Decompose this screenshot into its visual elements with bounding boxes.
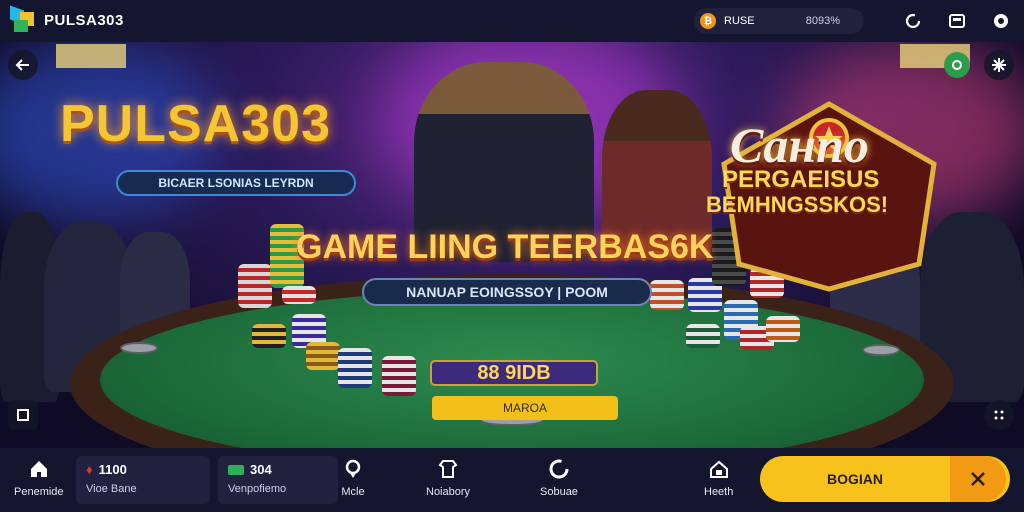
nav-label: Noiabory <box>426 486 471 498</box>
chip-stack <box>650 280 684 310</box>
location-pin-icon <box>340 456 366 482</box>
hero-banner[interactable]: Caнno PERGAEISUS BEMHNGSSKOS! PULSA303 B… <box>0 42 1024 448</box>
nav-label: Heeth <box>704 486 734 498</box>
chip-stack <box>686 324 720 348</box>
refresh-circle-icon <box>546 456 572 482</box>
nav-label: Mcle <box>341 486 365 498</box>
casino-line-2: BEMHNGSSKOS! <box>706 192 889 217</box>
settings-gear-icon[interactable] <box>988 8 1014 34</box>
balance-label: RUSE <box>724 15 755 27</box>
wallet-card-1[interactable]: ♦ 1100 Vioe Bane <box>76 456 210 504</box>
chip-stack <box>382 356 416 396</box>
chip-stack <box>238 264 272 308</box>
green-badge-icon[interactable] <box>944 52 970 78</box>
nav-item-home[interactable]: Penemide <box>14 456 64 498</box>
wallet-2-value: 304 <box>250 462 272 477</box>
scissors-icon[interactable] <box>950 456 1006 502</box>
window-icon[interactable] <box>944 8 970 34</box>
close-star-icon[interactable] <box>984 50 1014 80</box>
game-subtitle: NANUAP EOINGSSOY | POOM <box>362 278 652 306</box>
cup-holder <box>862 344 900 356</box>
nav-item-mcle[interactable]: Mcle <box>340 456 366 498</box>
heart-icon: ♦ <box>86 462 93 477</box>
wallet-2-label: Venpofiemo <box>228 483 287 495</box>
nav-item-sobuae[interactable]: Sobuae <box>540 456 578 498</box>
nav-label: Penemide <box>14 486 64 498</box>
wallet-card-2[interactable]: 304 Venpofiemo <box>218 456 338 504</box>
balance-pill[interactable]: ₿ RUSE 8093% <box>694 8 864 34</box>
back-arrow-icon[interactable] <box>8 50 38 80</box>
game-title: GAME LIING TEERBAS6K <box>296 228 714 266</box>
chip-stack <box>252 324 286 348</box>
chip-stack <box>306 342 340 370</box>
chip-stack <box>766 316 800 342</box>
wallet-1-label: Vioe Bane <box>86 483 137 495</box>
exit-icon[interactable] <box>8 400 38 430</box>
refresh-icon[interactable] <box>900 8 926 34</box>
promo-code-box[interactable]: 88 9IDB <box>430 360 598 386</box>
primary-action-button[interactable]: BOGIAN <box>760 456 1010 502</box>
nav-item-heeth[interactable]: Heeth <box>704 456 733 498</box>
nav-item-noiabory[interactable]: Noiabory <box>426 456 470 498</box>
chip-stack <box>338 348 372 388</box>
nav-label: Sobuae <box>540 486 578 498</box>
cash-icon <box>228 464 244 475</box>
casino-line-1: PERGAEISUS <box>722 166 880 193</box>
primary-action-label: BOGIAN <box>827 471 883 487</box>
hero-subtitle: BICAER LSONIAS LEYRDN <box>116 170 356 196</box>
coin-icon: ₿ <box>700 13 716 29</box>
app-root: PULSA303 ₿ RUSE 8093% Caнno PERGAEISUS B… <box>0 0 1024 512</box>
house-image-icon <box>706 456 732 482</box>
cup-holder <box>120 342 158 354</box>
hero-title: PULSA303 <box>60 95 331 153</box>
banner-cta-button[interactable]: MAROA <box>432 396 618 420</box>
chip-stack <box>282 286 316 304</box>
home-icon <box>26 456 52 482</box>
brand-logo-icon[interactable] <box>10 5 36 34</box>
shirt-icon <box>435 456 461 482</box>
top-bar: PULSA303 ₿ RUSE 8093% <box>0 0 1024 42</box>
wallet-1-value: 1100 <box>98 462 127 477</box>
balance-value: 8093% <box>805 15 840 27</box>
brand: PULSA303 <box>44 13 124 30</box>
brand-name: PULSA303 <box>44 11 124 29</box>
expand-icon[interactable] <box>984 400 1014 430</box>
